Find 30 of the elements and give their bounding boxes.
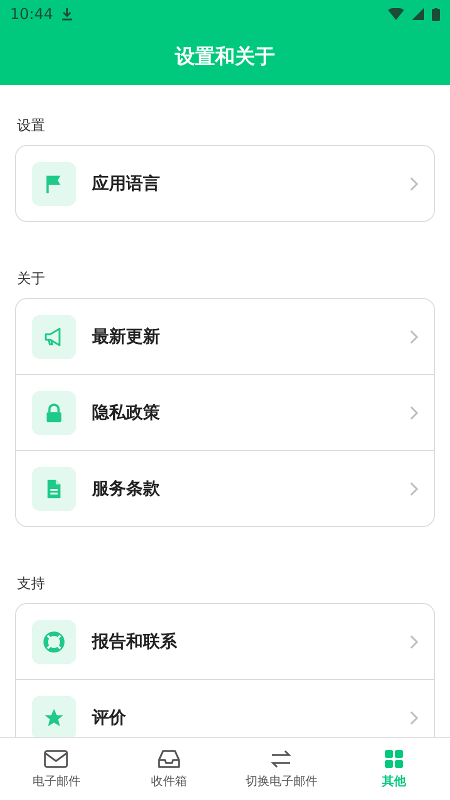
chevron-icon xyxy=(410,176,418,190)
chevron-icon xyxy=(410,330,418,344)
settings-row[interactable]: 最新更新 xyxy=(16,299,434,374)
status-time: 10:44 xyxy=(10,5,54,23)
signal-icon xyxy=(412,8,424,20)
lock-icon xyxy=(32,390,76,434)
settings-row[interactable]: 服务条款 xyxy=(16,450,434,526)
section-title: 设置 xyxy=(17,117,46,135)
nav-tab[interactable]: 电子邮件 xyxy=(0,738,112,800)
megaphone-icon xyxy=(32,314,76,358)
settings-row[interactable]: 隐私政策 xyxy=(16,374,434,450)
page-title: 设置和关于 xyxy=(175,43,275,70)
chevron-icon xyxy=(410,710,418,724)
nav-tab[interactable]: 切换电子邮件 xyxy=(225,738,338,800)
chevron-icon xyxy=(410,406,418,420)
chevron-icon xyxy=(410,634,418,648)
mail-icon xyxy=(43,748,70,770)
settings-row[interactable]: 报告和联系 xyxy=(16,604,434,679)
chevron-icon xyxy=(410,482,418,496)
section-title: 关于 xyxy=(17,270,46,288)
lifebuoy-icon xyxy=(32,620,76,664)
inbox-icon xyxy=(156,748,182,770)
nav-tab[interactable]: 收件箱 xyxy=(112,738,225,800)
document-icon xyxy=(32,466,76,510)
settings-row[interactable]: 应用语言 xyxy=(16,146,434,221)
flag-icon xyxy=(32,162,76,206)
download-icon xyxy=(61,7,74,21)
battery-icon xyxy=(432,8,440,20)
wifi-icon xyxy=(388,8,404,20)
section-title: 支持 xyxy=(17,575,46,593)
